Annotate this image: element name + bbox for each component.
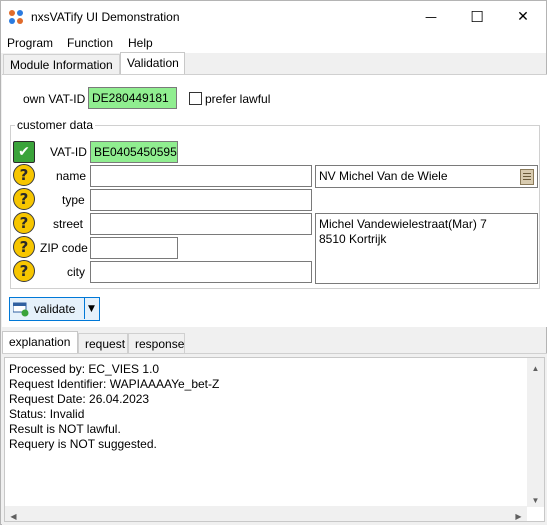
zip-status-question-icon: ?	[13, 236, 35, 258]
scroll-down-icon[interactable]: ▼	[527, 490, 544, 507]
tab-request[interactable]: request	[78, 333, 128, 354]
validation-panel: own VAT-ID DE280449181 prefer lawful cus…	[2, 74, 547, 327]
type-label: type	[62, 193, 85, 207]
app-window: nxsVATify UI Demonstration — ☐ ✕ Program…	[0, 0, 547, 525]
own-vat-input[interactable]: DE280449181	[88, 87, 177, 109]
explanation-panel: Processed by: EC_VIES 1.0 Request Identi…	[2, 353, 547, 525]
customer-data-title: customer data	[15, 118, 96, 132]
horizontal-scrollbar[interactable]: ◀ ▶	[5, 506, 527, 521]
street-label: street	[53, 217, 84, 231]
main-tabs: Module Information Validation	[1, 52, 546, 75]
type-input[interactable]	[90, 189, 312, 211]
tab-module-information[interactable]: Module Information	[3, 54, 120, 75]
maximize-button[interactable]: ☐	[454, 1, 500, 33]
street-input[interactable]	[90, 213, 312, 235]
city-label: city	[67, 265, 85, 279]
lower-tabs: explanation request response	[1, 331, 546, 354]
tab-explanation[interactable]: explanation	[2, 331, 78, 354]
minimize-button[interactable]: —	[408, 1, 454, 33]
result-address-line1: Michel Vandewielestraat(Mar) 7	[319, 217, 487, 231]
explanation-line: Result is NOT lawful.	[9, 422, 121, 436]
name-label: name	[56, 169, 87, 183]
tab-validation[interactable]: Validation	[120, 52, 185, 75]
vat-check-icon	[13, 302, 29, 317]
menu-program[interactable]: Program	[7, 36, 53, 50]
scroll-right-icon[interactable]: ▶	[510, 506, 527, 521]
explanation-line: Status: Invalid	[9, 407, 85, 421]
result-name-box: NV Michel Van de Wiele	[315, 165, 538, 188]
explanation-memo[interactable]: Processed by: EC_VIES 1.0 Request Identi…	[4, 357, 545, 522]
result-address-box: Michel Vandewielestraat(Mar) 7 8510 Kort…	[315, 213, 538, 284]
scroll-up-icon[interactable]: ▲	[527, 358, 544, 375]
validate-dropdown[interactable]: ▼	[84, 298, 98, 319]
menu-bar: Program Function Help	[1, 33, 546, 53]
validate-button[interactable]: validate ▼	[9, 297, 100, 321]
close-button[interactable]: ✕	[500, 1, 546, 33]
maximize-icon: ☐	[470, 8, 484, 26]
result-address-line2: 8510 Kortrijk	[319, 232, 387, 246]
explanation-line: Request Date: 26.04.2023	[9, 392, 150, 406]
validate-label: validate	[34, 302, 76, 316]
street-status-question-icon: ?	[13, 212, 35, 234]
city-input[interactable]	[90, 261, 312, 283]
title-bar: nxsVATify UI Demonstration — ☐ ✕	[1, 1, 546, 33]
vat-id-input[interactable]: BE0405450595	[90, 141, 178, 163]
app-logo-icon	[9, 10, 23, 24]
zip-code-input[interactable]	[90, 237, 178, 259]
zip-code-label: ZIP code	[40, 241, 88, 255]
own-vat-label: own VAT-ID	[23, 92, 86, 106]
type-status-question-icon: ?	[13, 188, 35, 210]
prefer-lawful-label: prefer lawful	[205, 92, 271, 106]
explanation-line: Request Identifier: WAPIAAAAYe_bet-Z	[9, 377, 220, 391]
vat-valid-check-icon: ✔	[13, 141, 35, 163]
name-status-question-icon: ?	[13, 164, 35, 186]
menu-function[interactable]: Function	[67, 36, 113, 50]
prefer-lawful-checkbox[interactable]	[189, 92, 202, 105]
result-name-text: NV Michel Van de Wiele	[319, 169, 448, 183]
minimize-icon: —	[425, 10, 437, 24]
copy-icon[interactable]	[520, 169, 534, 185]
explanation-line: Requery is NOT suggested.	[9, 437, 157, 451]
city-status-question-icon: ?	[13, 260, 35, 282]
vat-id-label: VAT-ID	[50, 145, 87, 159]
explanation-line: Processed by: EC_VIES 1.0	[9, 362, 160, 376]
menu-help[interactable]: Help	[128, 36, 153, 50]
vertical-scrollbar[interactable]: ▲ ▼	[527, 358, 544, 507]
window-title: nxsVATify UI Demonstration	[31, 10, 180, 24]
close-icon: ✕	[517, 9, 529, 25]
tab-response[interactable]: response	[128, 333, 185, 354]
scroll-left-icon[interactable]: ◀	[5, 506, 22, 521]
name-input[interactable]	[90, 165, 312, 187]
chevron-down-icon: ▼	[88, 303, 95, 314]
